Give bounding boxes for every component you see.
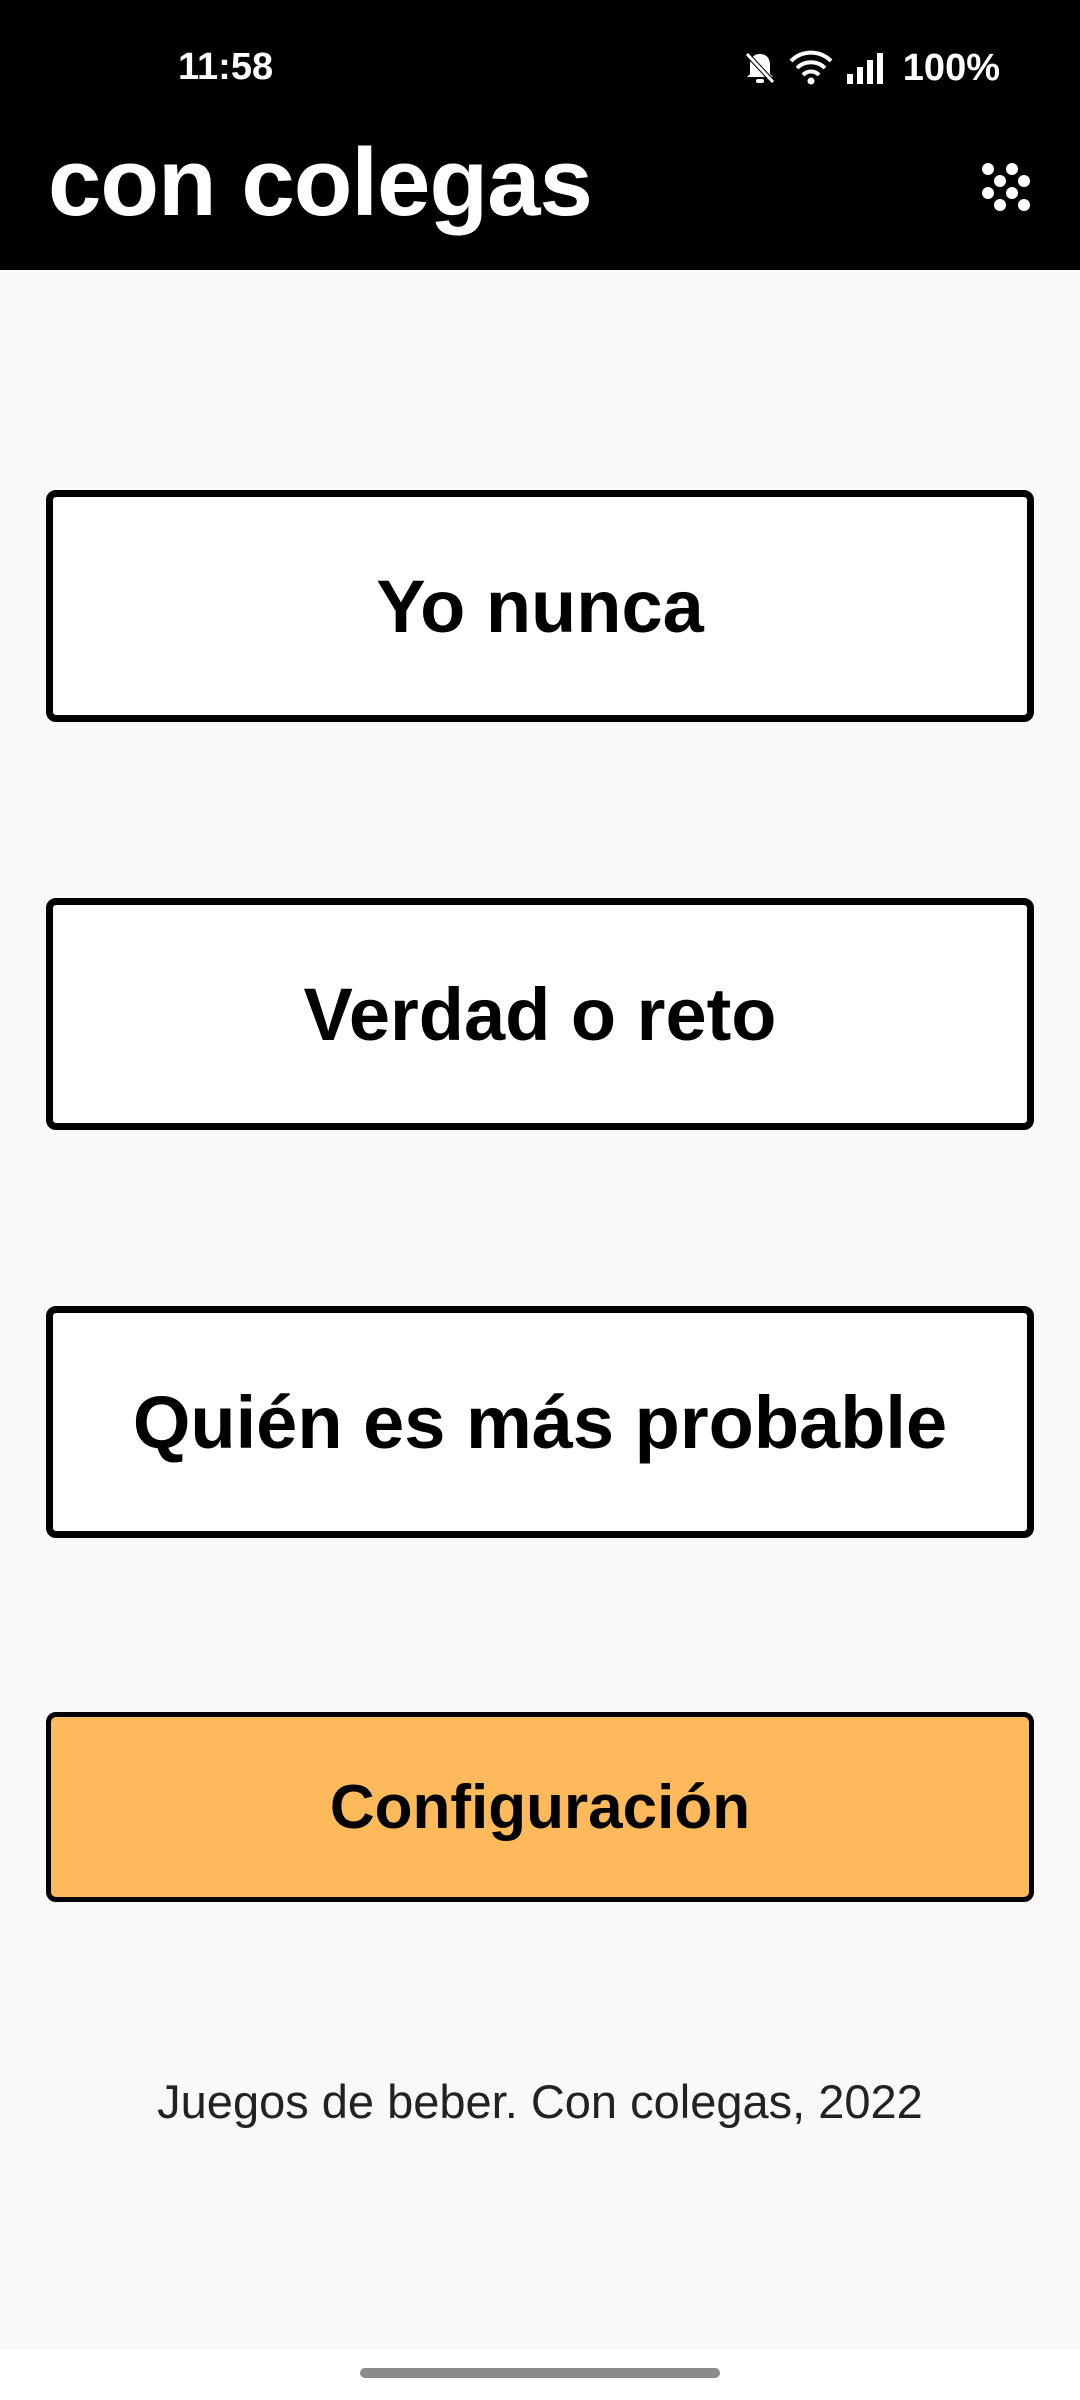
dots-menu-icon[interactable] bbox=[978, 160, 1034, 216]
wifi-icon bbox=[789, 50, 833, 86]
quien-es-mas-probable-button[interactable]: Quién es más probable bbox=[46, 1306, 1034, 1538]
app-header: 11:58 100% con colegas bbox=[0, 0, 1080, 270]
verdad-o-reto-button[interactable]: Verdad o reto bbox=[46, 898, 1034, 1130]
battery-level: 100% bbox=[902, 46, 1000, 89]
home-gesture-handle[interactable] bbox=[360, 2368, 720, 2378]
configuracion-button[interactable]: Configuración bbox=[46, 1712, 1034, 1902]
app-title: con colegas bbox=[48, 129, 593, 236]
bell-off-icon bbox=[743, 50, 777, 86]
status-time: 11:58 bbox=[178, 46, 274, 88]
yo-nunca-button[interactable]: Yo nunca bbox=[46, 490, 1034, 722]
status-icons: 100% bbox=[743, 44, 1000, 92]
signal-icon bbox=[845, 50, 885, 86]
footer-text: Juegos de beber. Con colegas, 2022 bbox=[157, 2075, 923, 2128]
